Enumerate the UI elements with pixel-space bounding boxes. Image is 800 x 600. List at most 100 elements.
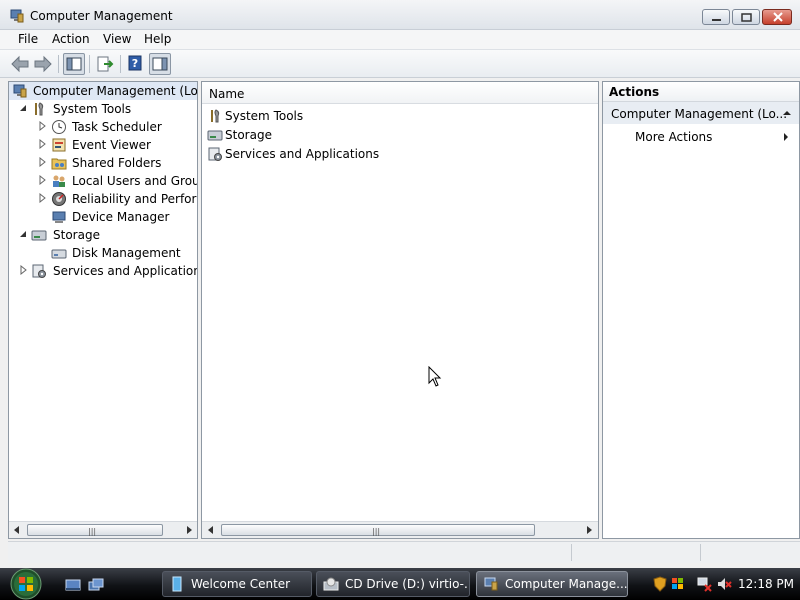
tree-item-shared-folders[interactable]: Shared Folders [9, 154, 197, 172]
column-label: Name [209, 87, 245, 101]
export-list-icon[interactable] [94, 53, 116, 75]
expand-triangle-icon[interactable] [37, 139, 47, 149]
computer-management-icon [13, 84, 27, 98]
tree-item-local-users-and-groups[interactable]: Local Users and Groups [9, 172, 197, 190]
device-manager-icon [52, 211, 66, 223]
forward-arrow-icon[interactable] [32, 53, 54, 75]
results-horizontal-scrollbar[interactable]: ||| [202, 521, 598, 538]
storage-icon [207, 130, 223, 141]
tree-item-disk-management[interactable]: Disk Management [9, 244, 197, 262]
expand-triangle-icon[interactable] [37, 175, 47, 185]
list-item-services-and-applications[interactable]: Services and Applications [207, 145, 587, 163]
collapse-triangle-icon[interactable] [18, 229, 28, 239]
tree-label: Computer Management (Local) [33, 84, 197, 98]
results-pane[interactable]: Name System Tools Storage Services and A… [201, 81, 599, 539]
volume-muted-icon[interactable] [716, 576, 732, 592]
toolbar: ? [0, 50, 800, 78]
tree-label: Shared Folders [72, 156, 162, 170]
tree-item-device-manager[interactable]: Device Manager [9, 208, 197, 226]
menu-view[interactable]: View [101, 32, 133, 46]
tree-item-root[interactable]: Computer Management (Local) [9, 82, 197, 100]
close-button[interactable] [762, 9, 792, 25]
scrollbar-thumb[interactable]: ||| [221, 524, 535, 536]
services-icon [32, 264, 46, 278]
menu-action[interactable]: Action [50, 32, 92, 46]
computer-management-icon [484, 577, 498, 591]
taskbar-button-label: Computer Manage... [505, 577, 628, 591]
system-tools-icon [35, 102, 44, 116]
taskbar-button-welcome-center[interactable]: Welcome Center [162, 571, 312, 597]
storage-icon [31, 230, 47, 241]
scroll-left-icon[interactable] [12, 525, 22, 535]
switch-windows-icon[interactable] [88, 577, 104, 593]
title-bar[interactable]: Computer Management [0, 0, 800, 30]
status-separator [571, 544, 572, 561]
submenu-arrow-icon [784, 133, 788, 141]
list-item-label: Storage [225, 128, 272, 142]
windows-flag-icon[interactable] [670, 576, 686, 592]
maximize-button[interactable] [732, 9, 760, 25]
close-icon [773, 12, 783, 22]
tree-label: Storage [53, 228, 100, 242]
menu-file[interactable]: File [16, 32, 40, 46]
taskbar-button-label: CD Drive (D:) virtio-... [345, 577, 470, 591]
start-button-icon[interactable] [6, 568, 46, 600]
show-desktop-icon[interactable] [65, 577, 81, 593]
computer-management-icon [10, 9, 24, 23]
tree-label: Local Users and Groups [72, 174, 197, 188]
show-hide-console-tree-button[interactable] [63, 53, 85, 75]
expand-triangle-icon[interactable] [18, 265, 28, 275]
collapse-triangle-icon[interactable] [18, 103, 28, 113]
system-tools-icon [211, 109, 220, 123]
scrollbar-grip-icon: ||| [88, 527, 97, 536]
name-column-header[interactable]: Name [202, 82, 598, 104]
tree-item-system-tools[interactable]: System Tools [9, 100, 197, 118]
tree-label: Services and Applications [53, 264, 197, 278]
list-item-storage[interactable]: Storage [207, 126, 587, 144]
tree-item-services-and-applications[interactable]: Services and Applications [9, 262, 197, 280]
taskbar-button-computer-management[interactable]: Computer Manage... [476, 571, 628, 597]
status-separator [700, 544, 701, 561]
tree-label: System Tools [53, 102, 132, 116]
scrollbar-thumb[interactable]: ||| [27, 524, 163, 536]
tree-item-task-scheduler[interactable]: Task Scheduler [9, 118, 197, 136]
more-actions-label: More Actions [635, 130, 713, 144]
cd-drive-icon [323, 577, 339, 591]
actions-title: Actions [609, 85, 660, 99]
network-disconnected-icon[interactable] [696, 576, 712, 592]
taskbar-clock[interactable]: 12:18 PM [738, 577, 794, 591]
scroll-right-icon[interactable] [184, 525, 194, 535]
security-shield-icon[interactable] [652, 576, 668, 592]
clock-icon [52, 120, 66, 134]
show-hide-action-pane-button[interactable] [149, 53, 171, 75]
maximize-icon [741, 13, 752, 22]
console-tree[interactable]: Computer Management (Local) System Tools… [8, 81, 198, 539]
expand-triangle-icon[interactable] [37, 193, 47, 203]
actions-header: Actions [603, 82, 799, 102]
minimize-button[interactable] [702, 9, 730, 25]
more-actions-item[interactable]: More Actions [603, 128, 799, 148]
tree-label: Device Manager [72, 210, 170, 224]
tree-item-storage[interactable]: Storage [9, 226, 197, 244]
actions-section-computer-management[interactable]: Computer Management (Lo... [603, 102, 799, 124]
list-item-label: Services and Applications [225, 147, 380, 161]
menu-help[interactable]: Help [142, 32, 173, 46]
scroll-right-icon[interactable] [584, 525, 594, 535]
collapse-up-icon[interactable] [783, 110, 791, 116]
list-item-label: System Tools [225, 109, 304, 123]
tree-item-reliability-and-performance[interactable]: Reliability and Performance [9, 190, 197, 208]
scroll-left-icon[interactable] [206, 525, 216, 535]
tree-item-event-viewer[interactable]: Event Viewer [9, 136, 197, 154]
shared-folders-icon [51, 158, 67, 170]
back-arrow-icon[interactable] [9, 53, 31, 75]
expand-triangle-icon[interactable] [37, 157, 47, 167]
taskbar-button-cd-drive[interactable]: CD Drive (D:) virtio-... [316, 571, 470, 597]
help-button[interactable]: ? [125, 53, 147, 75]
tree-horizontal-scrollbar[interactable]: ||| [9, 521, 197, 538]
scrollbar-grip-icon: ||| [372, 527, 381, 536]
expand-triangle-icon[interactable] [37, 121, 47, 131]
status-bar [8, 541, 800, 563]
list-item-system-tools[interactable]: System Tools [207, 107, 587, 125]
taskbar: Welcome Center CD Drive (D:) virtio-... … [0, 568, 800, 600]
tree-label: Reliability and Performance [72, 192, 197, 206]
